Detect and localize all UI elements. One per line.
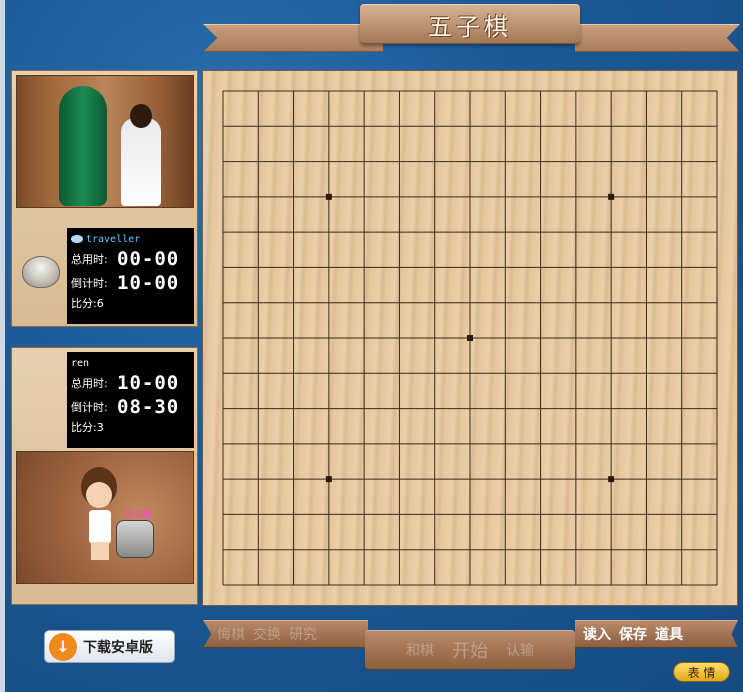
header-ribbon-right [575, 24, 740, 52]
countdown-label: 倒计时: [71, 277, 108, 290]
gomoku-board[interactable] [202, 70, 738, 606]
star-point [325, 193, 332, 200]
controls-ribbon-right: 读入 保存 道具 [575, 620, 738, 648]
player1-panel: traveller 总用时: 00-00 倒计时: 10-00 比分: 6 [11, 70, 198, 327]
header-ribbon-left [203, 24, 383, 52]
resign-button[interactable]: 认输 [506, 640, 534, 660]
header-title-plaque: 五子棋 [360, 4, 580, 44]
player2-name-row: ren [71, 355, 190, 371]
total-time-label: 总用时: [71, 253, 108, 266]
player1-total-time-row: 总用时: 00-00 [71, 247, 190, 271]
player2-countdown-row: 倒计时: 08-30 [71, 395, 190, 419]
start-button[interactable]: 开始 [452, 637, 488, 663]
white-stone-bowl-icon [22, 256, 60, 288]
star-point [325, 476, 332, 483]
player1-countdown-row: 倒计时: 10-00 [71, 271, 190, 295]
controls-ribbon-left: 悔棋 交换 研究 [203, 620, 368, 648]
save-button[interactable]: 保存 [619, 624, 647, 644]
avatar-pet [116, 520, 154, 558]
player2-info: ren 总用时: 10-00 倒计时: 08-30 比分: 3 [67, 352, 194, 448]
player2-avatar: 已过期 [16, 451, 194, 584]
player1-score: 6 [96, 296, 104, 310]
emote-button[interactable]: 表 情 [673, 662, 730, 682]
player1-total-time: 00-00 [117, 248, 180, 270]
download-android-label: 下载安卓版 [83, 639, 153, 656]
player1-name-row: traveller [71, 231, 190, 247]
study-button[interactable]: 研究 [289, 624, 317, 644]
player2-score: 3 [96, 420, 104, 434]
player1-name: traveller [86, 233, 141, 245]
player2-panel: ren 总用时: 10-00 倒计时: 08-30 比分: 3 已过期 [11, 347, 198, 605]
photo-person-head [130, 104, 152, 128]
board-grid[interactable] [203, 71, 739, 607]
photo-person [121, 118, 161, 206]
player2-total-time-row: 总用时: 10-00 [71, 371, 190, 395]
avatar-body [89, 510, 111, 544]
tools-button[interactable]: 道具 [655, 624, 683, 644]
controls-ribbon-center: 和棋 开始 认输 [365, 630, 575, 670]
total-time-label: 总用时: [71, 377, 108, 390]
avatar-legs [91, 542, 109, 560]
player2-name: ren [71, 357, 90, 369]
draw-button[interactable]: 和棋 [406, 640, 434, 660]
player1-score-row: 比分: 6 [71, 295, 190, 311]
photo-statue [59, 86, 107, 206]
download-android-button[interactable]: ↓ 下载安卓版 [44, 630, 175, 663]
star-point [608, 193, 615, 200]
load-button[interactable]: 读入 [583, 624, 611, 644]
player2-status-tag: 已过期 [125, 510, 153, 520]
player2-score-row: 比分: 3 [71, 419, 190, 435]
star-point [467, 335, 473, 341]
player2-total-time: 10-00 [117, 372, 180, 394]
swap-button[interactable]: 交换 [253, 624, 281, 644]
game-title: 五子棋 [428, 12, 512, 41]
download-icon: ↓ [49, 632, 77, 661]
window-left-edge [0, 0, 5, 692]
score-label: 比分: [71, 421, 97, 434]
player1-photo [16, 75, 194, 208]
player1-countdown: 10-00 [117, 272, 180, 294]
player1-info: traveller 总用时: 00-00 倒计时: 10-00 比分: 6 [67, 228, 194, 324]
star-point [608, 476, 615, 483]
eye-icon [71, 235, 83, 243]
score-label: 比分: [71, 297, 97, 310]
player2-countdown: 08-30 [117, 396, 180, 418]
undo-button[interactable]: 悔棋 [217, 624, 245, 644]
countdown-label: 倒计时: [71, 401, 108, 414]
avatar-face [86, 482, 112, 508]
